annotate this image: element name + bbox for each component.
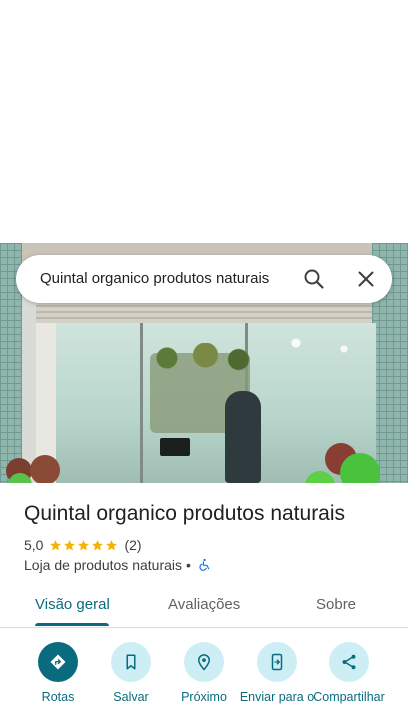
rolling-shutter (36, 301, 372, 323)
category-row: Loja de produtos naturais • (24, 556, 211, 574)
rating-value: 5,0 (24, 537, 44, 553)
star-icon (50, 539, 62, 550)
nearby-icon (197, 654, 211, 671)
wheelchair-accessible-icon (199, 558, 210, 571)
open-sign (160, 438, 190, 456)
send-to-phone-button[interactable]: Enviar para o (237, 640, 317, 726)
directions-icon-circle[interactable] (38, 642, 78, 682)
search-icon[interactable] (302, 267, 326, 291)
nearby-button[interactable]: Próximo (164, 640, 244, 726)
plants-decoration (145, 343, 255, 373)
tab-bar: Visão geral Avaliações Sobre (0, 586, 408, 628)
balloon (30, 455, 60, 483)
door-frame (140, 323, 143, 483)
nearby-icon-circle[interactable] (184, 642, 224, 682)
directions-icon (50, 654, 66, 670)
star-icon (64, 539, 76, 550)
directions-button[interactable]: Rotas (18, 640, 98, 726)
review-count[interactable]: (2) (124, 537, 141, 553)
rating-row[interactable]: 5,0 (2) (24, 536, 142, 554)
tab-reviews[interactable]: Avaliações (168, 596, 240, 613)
star-icon (106, 539, 118, 550)
search-bar[interactable]: Quintal organico produtos naturais (16, 255, 392, 303)
save-button[interactable]: Salvar (91, 640, 171, 726)
tab-about[interactable]: Sobre (316, 596, 356, 613)
place-category: Loja de produtos naturais (24, 557, 182, 573)
action-bar: Rotas Salvar Próximo Enviar para o Compa… (0, 640, 408, 726)
nearby-label: Próximo (181, 690, 227, 704)
send-icon-circle[interactable] (257, 642, 297, 682)
save-icon-circle[interactable] (111, 642, 151, 682)
star-rating (49, 539, 118, 552)
bookmark-icon (126, 654, 136, 670)
search-query[interactable]: Quintal organico produtos naturais (40, 270, 269, 287)
map-blank-area (0, 0, 408, 243)
place-title: Quintal organico produtos naturais (24, 502, 346, 525)
person-silhouette (225, 391, 261, 483)
separator-dot: • (186, 557, 191, 573)
ceiling-lights (280, 335, 360, 355)
share-button[interactable]: Compartilhar (309, 640, 389, 726)
close-icon[interactable] (354, 267, 378, 291)
tab-overview[interactable]: Visão geral (35, 596, 110, 613)
save-label: Salvar (113, 690, 149, 704)
directions-label: Rotas (41, 690, 75, 704)
active-tab-indicator (35, 623, 109, 626)
share-icon-circle[interactable] (329, 642, 369, 682)
star-icon (78, 539, 90, 550)
send-to-phone-icon (271, 653, 283, 671)
star-icon (92, 539, 104, 550)
share-label: Compartilhar (313, 690, 385, 704)
send-to-phone-label: Enviar para o (239, 690, 315, 704)
share-icon (342, 654, 356, 670)
